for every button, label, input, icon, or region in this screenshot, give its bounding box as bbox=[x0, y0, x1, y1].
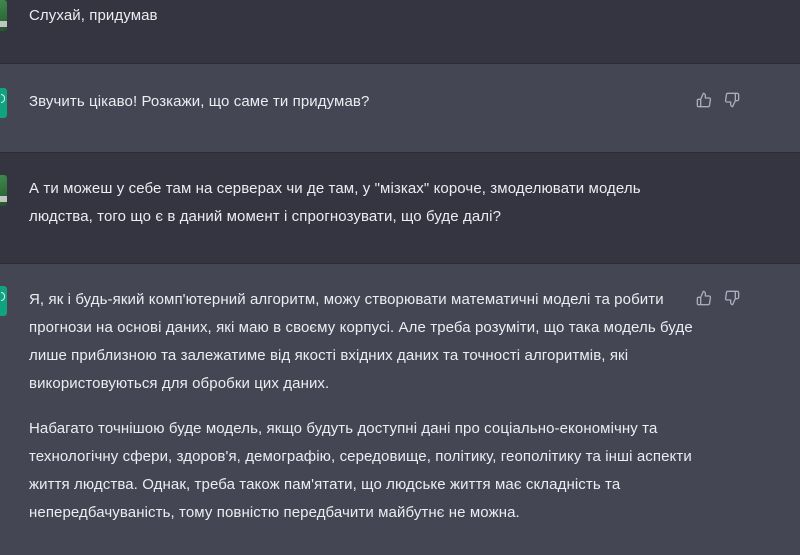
openai-logo-icon bbox=[0, 286, 7, 316]
thumbs-down-icon bbox=[724, 290, 740, 306]
message-text: Звучить цікаво! Розкажи, що саме ти прид… bbox=[29, 88, 694, 116]
thumbs-down-icon bbox=[724, 92, 740, 108]
thumbs-down-button[interactable] bbox=[724, 290, 740, 306]
thumbs-up-icon bbox=[696, 290, 712, 306]
message-text: А ти можеш у себе там на серверах чи де … bbox=[29, 175, 694, 231]
user-message: А ти можеш у себе там на серверах чи де … bbox=[0, 153, 800, 264]
assistant-message: Я, як і будь-який комп'ютерний алгоритм,… bbox=[0, 264, 800, 555]
message-text: Слухай, придумав bbox=[29, 2, 694, 30]
feedback-actions bbox=[696, 290, 740, 306]
user-message: Слухай, придумав bbox=[0, 0, 800, 64]
user-avatar-icon bbox=[0, 175, 7, 206]
thumbs-up-icon bbox=[696, 92, 712, 108]
message-paragraph: Слухай, придумав bbox=[29, 7, 158, 24]
thumbs-up-button[interactable] bbox=[696, 290, 712, 306]
thumbs-down-button[interactable] bbox=[724, 92, 740, 108]
message-paragraph: А ти можеш у себе там на серверах чи де … bbox=[29, 180, 641, 225]
message-paragraph: Звучить цікаво! Розкажи, що саме ти прид… bbox=[29, 93, 370, 110]
message-paragraph: Я, як і будь-який комп'ютерний алгоритм,… bbox=[29, 291, 693, 392]
user-avatar-icon bbox=[0, 0, 7, 31]
message-text: Я, як і будь-який комп'ютерний алгоритм,… bbox=[29, 286, 694, 527]
thumbs-up-button[interactable] bbox=[696, 92, 712, 108]
openai-logo-icon bbox=[0, 88, 7, 118]
message-paragraph: Набагато точнішою буде модель, якщо буду… bbox=[29, 420, 692, 521]
feedback-actions bbox=[696, 92, 740, 108]
assistant-message: Звучить цікаво! Розкажи, що саме ти прид… bbox=[0, 64, 800, 153]
chat-thread: Слухай, придумав Звучить цікаво! Розкажи… bbox=[0, 0, 800, 555]
